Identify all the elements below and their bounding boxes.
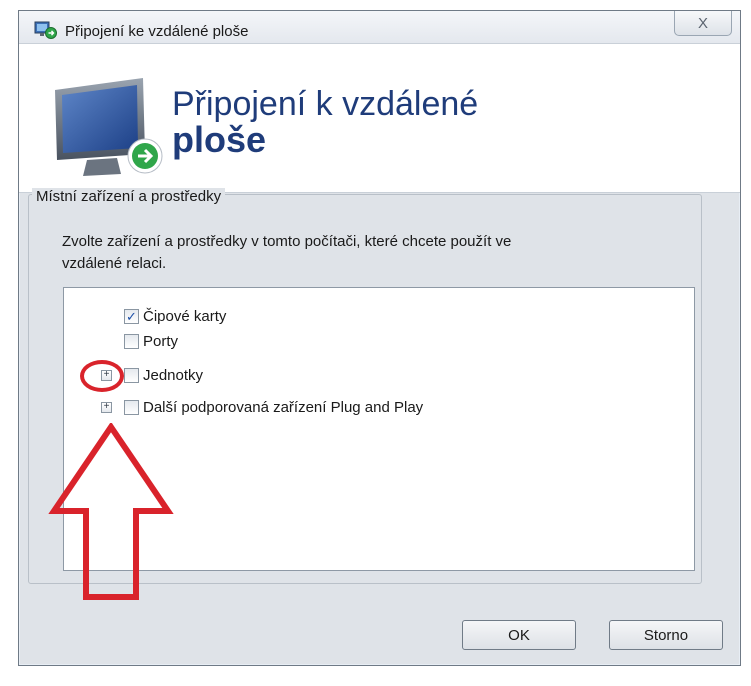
- tree-item-drives[interactable]: Jednotky: [124, 365, 203, 385]
- ok-button[interactable]: OK: [462, 620, 576, 650]
- expand-plug-and-play-icon[interactable]: +: [101, 402, 112, 413]
- title-bar[interactable]: Připojení ke vzdálené ploše X: [19, 11, 740, 43]
- tree-item-plug-and-play[interactable]: Další podporovaná zařízení Plug and Play: [124, 397, 423, 417]
- cancel-button[interactable]: Storno: [609, 620, 723, 650]
- close-icon: X: [697, 14, 708, 32]
- group-description: Zvolte zařízení a prostředky v tomto poč…: [62, 231, 682, 275]
- checkbox-drives[interactable]: [124, 367, 139, 383]
- group-label: Místní zařízení a prostředky: [32, 188, 226, 205]
- checkbox-smart-cards[interactable]: [124, 308, 139, 324]
- tree-item-label: Čipové karty: [143, 307, 227, 325]
- annotation-circle: [80, 360, 124, 392]
- remote-desktop-monitor-icon: [55, 78, 163, 176]
- description-line2: vzdálené relaci.: [62, 255, 167, 272]
- window-title: Připojení ke vzdálené ploše: [65, 23, 249, 40]
- tree-item-label: Porty: [143, 332, 179, 350]
- tree-item-label: Další podporovaná zařízení Plug and Play: [143, 398, 424, 416]
- tree-item-label: Jednotky: [143, 366, 204, 384]
- red-arrow-icon: [48, 423, 174, 600]
- header-title-line2: ploše: [172, 119, 267, 160]
- header-title: Připojení k vzdálené ploše: [172, 86, 478, 158]
- tree-item-ports[interactable]: Porty: [124, 331, 178, 351]
- header-banner: Připojení k vzdálené ploše: [19, 43, 740, 193]
- tree-item-smart-cards[interactable]: Čipové karty: [124, 306, 226, 326]
- checkbox-plug-and-play[interactable]: [124, 399, 139, 415]
- checkbox-ports[interactable]: [124, 333, 139, 349]
- description-line1: Zvolte zařízení a prostředky v tomto poč…: [62, 233, 512, 250]
- remote-desktop-icon: [34, 21, 57, 39]
- close-button[interactable]: X: [674, 11, 732, 36]
- header-title-line1: Připojení k vzdálené: [172, 85, 479, 123]
